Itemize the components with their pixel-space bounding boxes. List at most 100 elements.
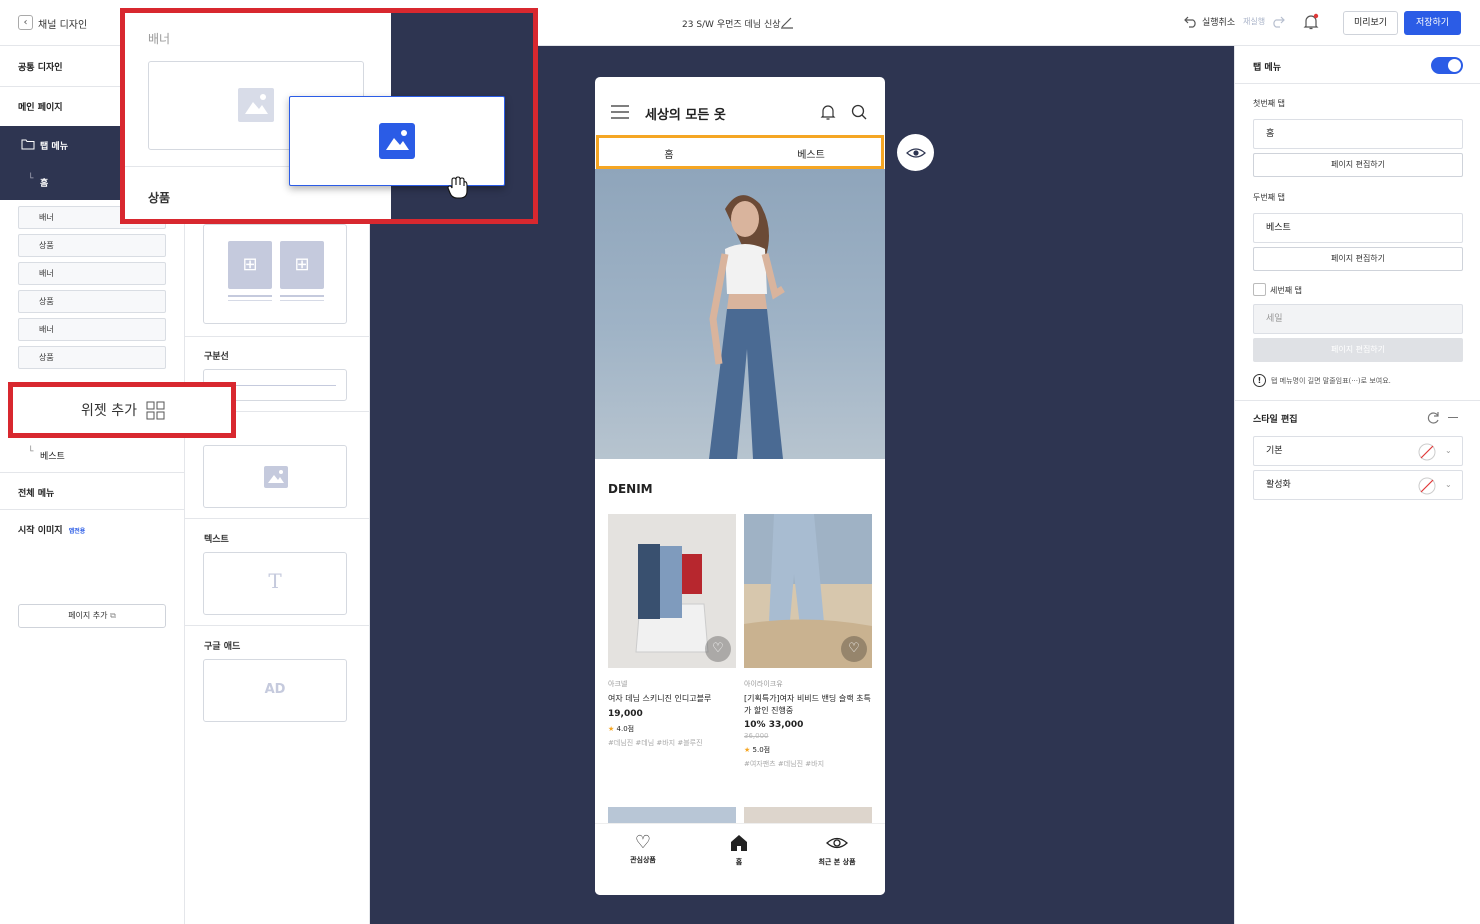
widget-item-banner[interactable]: 배너 bbox=[18, 262, 166, 285]
widget-item-product[interactable]: 상품 bbox=[18, 234, 166, 257]
divider bbox=[185, 518, 370, 519]
banner-image[interactable] bbox=[595, 169, 885, 459]
bottom-nav-label: 관심상품 bbox=[630, 856, 656, 864]
third-tab-input[interactable]: 세일 bbox=[1253, 304, 1463, 334]
product-rating: 4.0점 bbox=[616, 725, 635, 733]
divider bbox=[185, 336, 370, 337]
model-figure bbox=[709, 195, 785, 459]
style-active-label: 활성화 bbox=[1266, 480, 1291, 490]
info-icon: ! bbox=[1253, 374, 1266, 387]
section-title: DENIM bbox=[608, 482, 653, 496]
preview-button[interactable]: 미리보기 bbox=[1343, 11, 1398, 35]
undo-icon bbox=[1184, 16, 1196, 28]
product-card[interactable]: 아크넬 여자 데님 스키니진 인디고블루 19,000 ★ 4.0점 #데님진 … bbox=[608, 679, 736, 748]
edit-page-button-disabled[interactable]: 페이지 편집하기 bbox=[1253, 338, 1463, 362]
third-tab-checkbox[interactable] bbox=[1253, 283, 1266, 296]
style-default-select[interactable]: 기본 ⌄ bbox=[1253, 436, 1463, 466]
star-icon: ★ bbox=[608, 725, 615, 733]
heart-icon: ♡ bbox=[634, 832, 652, 853]
product-image[interactable]: ♡ bbox=[608, 514, 736, 668]
product-price: 33,000 bbox=[768, 720, 804, 730]
ad-glyph-icon: AD bbox=[264, 682, 286, 697]
back-icon[interactable]: ‹ bbox=[18, 15, 33, 30]
bottom-nav-recent[interactable]: 최근 본 상품 bbox=[807, 834, 867, 867]
product-brand: 아이라이크유 bbox=[744, 680, 783, 688]
heart-icon[interactable]: ♡ bbox=[705, 636, 731, 662]
nav-all-menu[interactable]: 전체 메뉴 bbox=[0, 486, 185, 499]
product-name: 여자 데님 스키니진 인디고블루 bbox=[608, 694, 712, 703]
add-page-button[interactable]: 페이지 추가 ⧉ bbox=[18, 604, 166, 628]
tree-branch-icon: └ bbox=[28, 447, 34, 457]
widget-item-product[interactable]: 상품 bbox=[18, 346, 166, 369]
divider bbox=[0, 509, 185, 510]
search-icon[interactable] bbox=[851, 104, 867, 120]
app-only-badge: 앱전용 bbox=[68, 528, 86, 535]
product-price: 19,000 bbox=[608, 709, 643, 719]
style-default-label: 기본 bbox=[1266, 446, 1283, 456]
product-name: [기획특가]여자 비비드 밴딩 슬랙 초특가 할인 진행중 bbox=[744, 694, 871, 715]
tab-menu-bar: 홈 베스트 bbox=[596, 135, 884, 169]
second-tab-input[interactable]: 베스트 bbox=[1253, 213, 1463, 243]
visibility-toggle-button[interactable] bbox=[897, 134, 934, 171]
add-page-label: 페이지 추가 bbox=[68, 611, 108, 620]
bottom-nav-label: 홈 bbox=[735, 858, 743, 866]
nav-start-image[interactable]: 시작 이미지 앱전용 bbox=[0, 523, 185, 536]
info-text: 탭 메뉴명이 길면 말줄임표(···)로 보여요. bbox=[1271, 377, 1391, 385]
nav-best-label: 베스트 bbox=[40, 452, 65, 462]
bottom-nav-wishlist[interactable]: ♡ 관심상품 bbox=[615, 834, 671, 865]
add-widget-label: 위젯 추가 bbox=[81, 403, 137, 419]
product-original-price: 36,000 bbox=[744, 732, 769, 740]
divider bbox=[0, 472, 185, 473]
folder-icon bbox=[21, 139, 35, 150]
placeholder-line bbox=[280, 300, 324, 301]
collapse-icon[interactable] bbox=[1448, 417, 1458, 418]
placeholder-line bbox=[228, 295, 272, 297]
placeholder-line bbox=[280, 295, 324, 297]
refresh-icon[interactable] bbox=[1426, 411, 1440, 425]
bell-icon[interactable] bbox=[820, 103, 836, 121]
divider bbox=[185, 625, 370, 626]
phone-preview: 세상의 모든 옷 홈 베스트 DENIM ♡ ♡ 아크넬 여자 데님 스키니진 … bbox=[595, 77, 885, 895]
product-widget-card[interactable]: ⊞ ⊞ bbox=[203, 224, 347, 324]
first-tab-input[interactable]: 홈 bbox=[1253, 119, 1463, 149]
undo-label: 실행취소 bbox=[1202, 17, 1236, 28]
eye-icon bbox=[826, 837, 848, 849]
bottom-nav-home[interactable]: 홈 bbox=[711, 834, 767, 867]
properties-panel: 탭 메뉴 첫번째 탭 홈 페이지 편집하기 두번째 탭 베스트 페이지 편집하기… bbox=[1234, 46, 1480, 924]
highlight-frame bbox=[120, 8, 538, 224]
no-color-swatch-icon bbox=[1418, 477, 1436, 495]
text-widget-card[interactable]: T bbox=[203, 552, 347, 615]
third-tab-label: 세번째 탭 bbox=[1270, 286, 1302, 295]
redo-label[interactable]: 재실행 bbox=[1243, 16, 1265, 27]
home-icon bbox=[731, 835, 747, 851]
star-icon: ★ bbox=[744, 746, 751, 754]
edit-page-button[interactable]: 페이지 편집하기 bbox=[1253, 247, 1463, 271]
product-discount: 10% bbox=[744, 720, 766, 730]
product-image[interactable]: ♡ bbox=[744, 514, 872, 668]
notification-bell-icon[interactable] bbox=[1302, 13, 1320, 31]
placeholder-line bbox=[228, 300, 272, 301]
undo-button[interactable]: 실행취소 bbox=[1184, 14, 1235, 28]
add-widget-callout[interactable]: 위젯 추가 bbox=[8, 382, 236, 438]
heart-icon[interactable]: ♡ bbox=[841, 636, 867, 662]
widget-item-banner[interactable]: 배너 bbox=[18, 318, 166, 341]
google-ad-widget-card[interactable]: AD bbox=[203, 659, 347, 722]
redo-icon[interactable] bbox=[1271, 14, 1285, 28]
tab-best[interactable]: 베스트 bbox=[741, 146, 881, 161]
edit-pencil-icon[interactable] bbox=[780, 15, 794, 29]
gift-icon: ⊞ bbox=[280, 241, 324, 289]
edit-page-button[interactable]: 페이지 편집하기 bbox=[1253, 153, 1463, 177]
tab-menu-toggle[interactable] bbox=[1431, 57, 1463, 74]
copy-icon: ⧉ bbox=[110, 611, 116, 620]
document-title: 23 S/W 우먼즈 데님 신상 bbox=[682, 20, 781, 30]
product-brand: 아크넬 bbox=[608, 680, 628, 688]
product-card[interactable]: 아이라이크유 [기획특가]여자 비비드 밴딩 슬랙 초특가 할인 진행중 10%… bbox=[744, 679, 874, 769]
widget-item-product[interactable]: 상품 bbox=[18, 290, 166, 313]
style-active-select[interactable]: 활성화 ⌄ bbox=[1253, 470, 1463, 500]
save-button[interactable]: 저장하기 bbox=[1404, 11, 1461, 35]
image-widget-card[interactable] bbox=[203, 445, 347, 508]
back-label[interactable]: 채널 디자인 bbox=[38, 16, 87, 31]
google-ad-widget-label: 구글 애드 bbox=[204, 642, 241, 652]
hamburger-menu-icon[interactable] bbox=[611, 105, 629, 119]
tab-home[interactable]: 홈 bbox=[599, 146, 739, 161]
